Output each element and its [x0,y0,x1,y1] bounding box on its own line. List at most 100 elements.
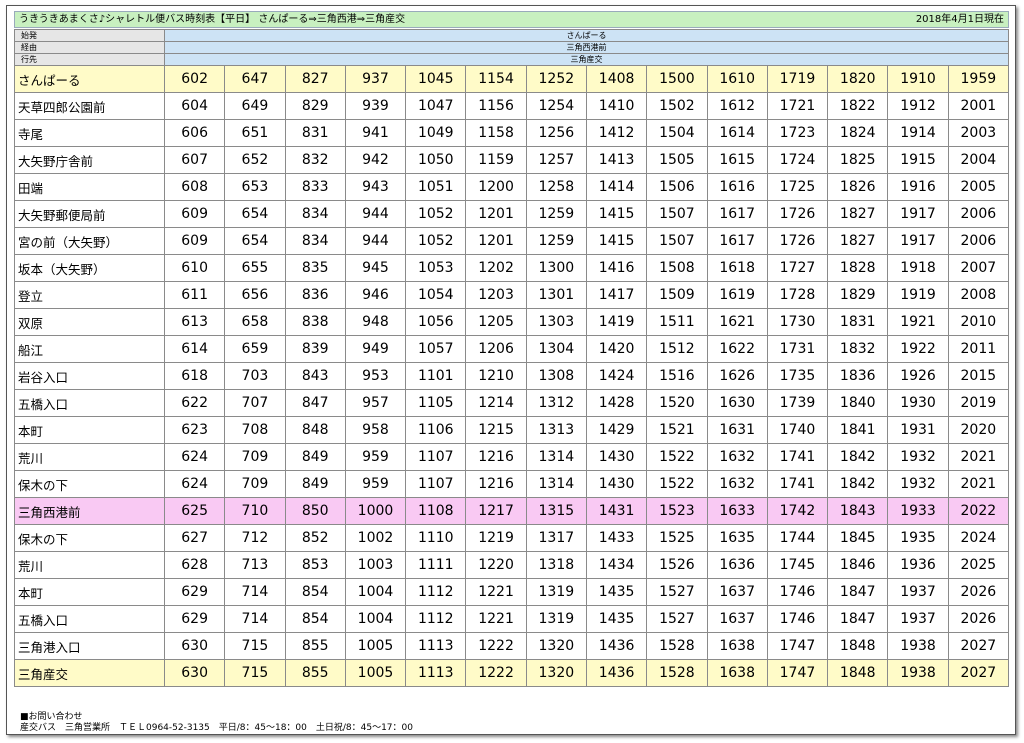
timetable-body: 始発 さんぱーる 経由 三角西港前 行先 三角産交 さんぱーる 602 647 827 937 104… [14,29,1010,687]
departure-time: 1616 [706,173,768,201]
departure-time: 942 [344,146,407,174]
departure-time: 1919 [887,281,949,309]
departure-time: 715 [224,632,286,660]
stop-name: 三角港入口 [14,632,165,660]
departure-time: 835 [284,254,346,282]
departure-time: 714 [224,578,286,606]
departure-time: 843 [284,362,346,390]
departure-time: 2021 [947,470,1010,498]
departure-time: 614 [163,335,226,363]
stop-row: 双原 613 658 838 948 1056 1205 1303 1419 1511 1621 17… [14,308,1010,336]
stop-name: 宮の前（大矢野） [14,227,165,255]
departure-time: 647 [224,65,286,93]
departure-time: 1612 [706,92,768,120]
departure-time: 607 [163,146,226,174]
departure-time: 1936 [887,551,949,579]
departure-time: 2026 [947,578,1010,606]
title-bar: うきうきあまくさ♪シャレトル便バス時刻表【平日】 さんぱーる⇒三角西港⇒三角産交… [14,11,1009,28]
departure-time: 849 [284,470,346,498]
departure-time: 1610 [706,65,768,93]
departure-time: 1523 [646,497,708,525]
stop-name: 登立 [14,281,165,309]
stop-row: 五橋入口 622 707 847 957 1105 1214 1312 1428 1520 1630… [14,389,1010,417]
departure-time: 957 [344,389,407,417]
stop-row: 荒川 628 713 853 1003 1111 1220 1318 1434 1526 1636 1… [14,551,1010,579]
departure-time: 1746 [766,578,829,606]
departure-time: 1435 [585,578,648,606]
departure-time: 1820 [827,65,889,93]
departure-time: 1843 [827,497,889,525]
departure-time: 1221 [465,578,527,606]
departure-time: 1938 [887,659,949,687]
departure-time: 1512 [646,335,708,363]
contact-heading: ■お問い合わせ [20,712,83,722]
departure-time: 1932 [887,443,949,471]
meta-row: 始発 さんぱーる [14,29,1009,42]
departure-time: 2027 [947,659,1010,687]
departure-time: 958 [344,416,407,444]
departure-time: 1424 [585,362,648,390]
departure-time: 831 [284,119,346,147]
departure-time: 1201 [465,227,527,255]
departure-time: 1436 [585,659,648,687]
departure-time: 1520 [646,389,708,417]
departure-time: 1435 [585,605,648,633]
departure-time: 1303 [525,308,587,336]
departure-time: 1003 [344,551,407,579]
departure-time: 1202 [465,254,527,282]
departure-time: 848 [284,416,346,444]
departure-time: 1256 [525,119,587,147]
departure-time: 1626 [706,362,768,390]
footer: ■お問い合わせ 産交バス 三角営業所 ＴＥＬ0964-52-3135 平日/8：… [20,712,413,734]
departure-time: 1320 [525,632,587,660]
departure-time: 959 [344,470,407,498]
departure-time: 1910 [887,65,949,93]
departure-time: 1826 [827,173,889,201]
departure-time: 1508 [646,254,708,282]
stop-row: 本町 623 708 848 958 1106 1215 1313 1429 1521 1631 17… [14,416,1010,444]
departure-time: 1848 [827,632,889,660]
departure-time: 832 [284,146,346,174]
stop-row: 大矢野庁舎前 607 652 832 942 1050 1159 1257 1413 1505 16… [14,146,1010,174]
stop-row: 荒川 624 709 849 959 1107 1216 1314 1430 1522 1632 17… [14,443,1010,471]
departure-time: 713 [224,551,286,579]
timetable: 始発 さんぱーる 経由 三角西港前 行先 三角産交 さんぱーる 602 647 827 937 104… [14,29,1010,687]
departure-time: 1724 [766,146,829,174]
stop-row: 田端 608 653 833 943 1051 1200 1258 1414 1506 1616 17… [14,173,1010,201]
meta-value: さんぱーる [164,29,1009,42]
departure-time: 836 [284,281,346,309]
departure-time: 1632 [706,470,768,498]
departure-time: 1502 [646,92,708,120]
departure-time: 1304 [525,335,587,363]
departure-time: 1317 [525,524,587,552]
departure-time: 1313 [525,416,587,444]
departure-time: 1434 [585,551,648,579]
departure-time: 1047 [405,92,467,120]
departure-time: 1315 [525,497,587,525]
departure-time: 1216 [465,443,527,471]
departure-time: 1219 [465,524,527,552]
departure-time: 1106 [405,416,467,444]
departure-time: 1049 [405,119,467,147]
departure-time: 1108 [405,497,467,525]
departure-time: 1431 [585,497,648,525]
meta-label: 経由 [14,41,165,54]
departure-time: 1638 [706,632,768,660]
departure-time: 712 [224,524,286,552]
departure-time: 1410 [585,92,648,120]
departure-time: 1822 [827,92,889,120]
departure-time: 1527 [646,605,708,633]
stop-name: 荒川 [14,443,165,471]
departure-time: 1314 [525,443,587,471]
departure-time: 1526 [646,551,708,579]
departure-time: 953 [344,362,407,390]
departure-time: 1200 [465,173,527,201]
departure-time: 1742 [766,497,829,525]
departure-time: 654 [224,227,286,255]
departure-time: 1216 [465,470,527,498]
stop-name: 荒川 [14,551,165,579]
stop-row: 登立 611 656 836 946 1054 1203 1301 1417 1509 1619 17… [14,281,1010,309]
meta-label: 始発 [14,29,165,42]
departure-time: 1257 [525,146,587,174]
departure-time: 1408 [585,65,648,93]
